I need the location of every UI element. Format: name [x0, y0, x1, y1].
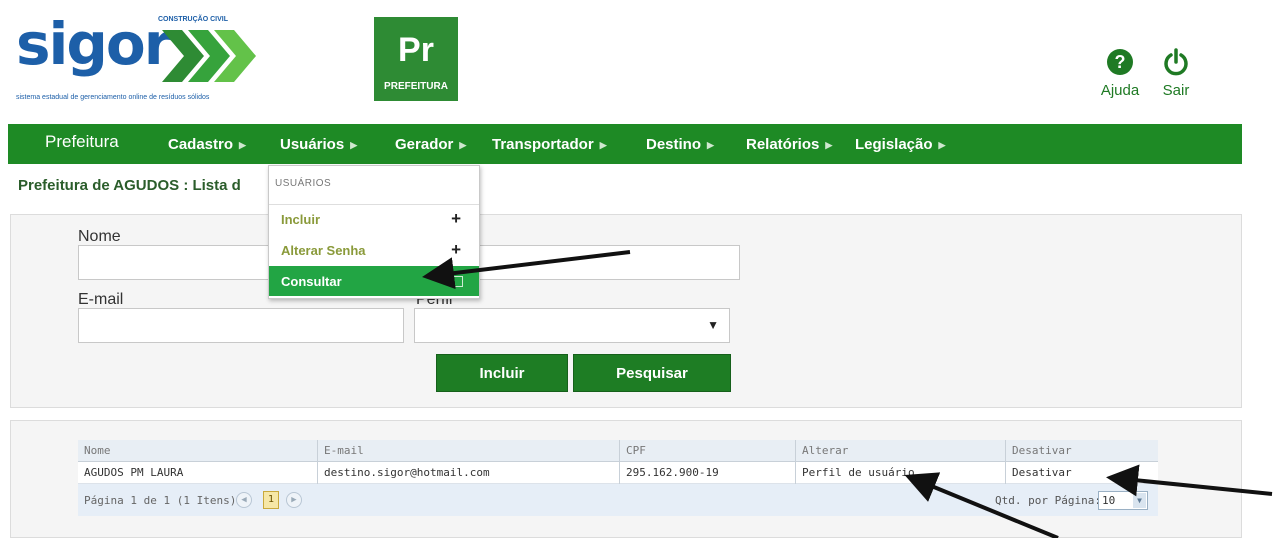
annotation-arrows [422, 250, 1273, 538]
arrow-to-perfil-de-usuario [904, 472, 1059, 538]
arrow-to-consultar [422, 250, 631, 290]
arrow-to-desativar [1106, 464, 1273, 497]
page: sigor CONSTRUÇÃO CIVIL sistema estadual … [0, 0, 1280, 538]
